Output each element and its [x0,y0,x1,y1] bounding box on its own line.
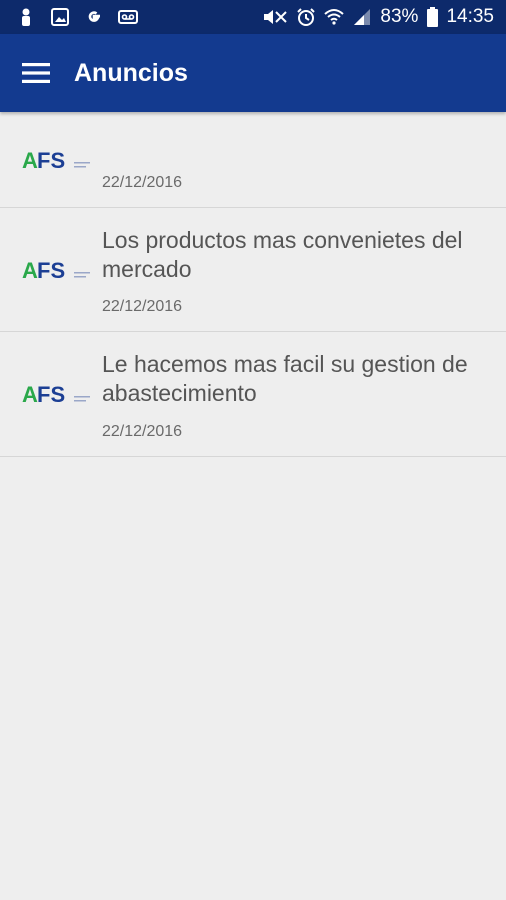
announcement-item[interactable]: A FS Los productos mas convenietes del m… [0,208,506,332]
battery-icon [426,7,438,27]
announcement-date: 22/12/2016 [102,174,183,191]
mute-icon [262,7,288,27]
gallery-icon [50,7,70,27]
svg-text:FS: FS [37,382,65,406]
announcement-date: 22/12/2016 [102,298,183,315]
app-bar: Anuncios [0,34,506,112]
alarm-icon [296,7,316,27]
battery-percent: 83% [380,6,419,27]
announcement-item[interactable]: A FS Le hacemos mas facil su gestion de … [0,332,506,457]
svg-text:A: A [22,148,38,172]
signal-icon [352,7,372,27]
afs-logo: A FS [22,148,90,172]
announcement-item[interactable]: A FS 22/12/2016 [0,114,506,208]
afs-logo: A FS [22,382,90,406]
announcement-title: Los productos mas convenietes del mercad… [102,227,463,282]
menu-button[interactable] [0,34,72,112]
announcement-date: 22/12/2016 [102,423,183,440]
status-bar: 83% 14:35 [0,0,506,34]
page-title: Anuncios [74,58,188,87]
announcements-list: A FS 22/12/2016 A FS Los productos mas c… [0,114,506,457]
afs-logo: A FS [22,258,90,282]
hamburger-menu-icon [22,63,50,83]
person-icon [16,7,36,27]
clock-time: 14:35 [446,6,494,27]
announcement-title: Le hacemos mas facil su gestion de abast… [102,351,468,406]
wifi-icon [324,7,345,27]
google-icon [84,7,104,27]
voicemail-icon [118,7,138,27]
svg-text:FS: FS [37,148,65,172]
svg-text:A: A [22,258,38,282]
svg-text:A: A [22,382,38,406]
svg-text:FS: FS [37,258,65,282]
